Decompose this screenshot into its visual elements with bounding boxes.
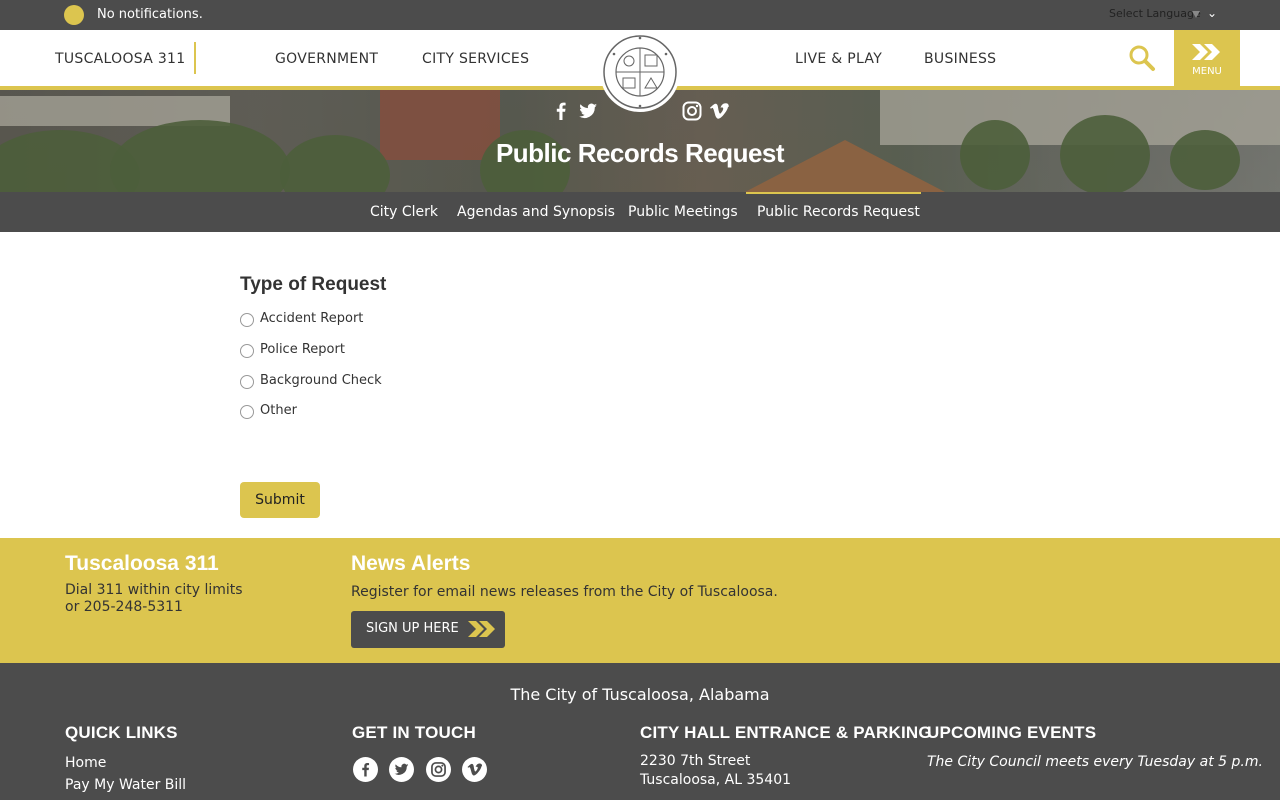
chevron-right-icon: [1192, 44, 1220, 60]
radio-button[interactable]: [240, 405, 254, 419]
request-type-heading: Type of Request: [240, 274, 387, 295]
language-select[interactable]: Select Language: [1109, 7, 1201, 20]
site-footer: The City of Tuscaloosa, Alabama QUICK LI…: [0, 663, 1280, 800]
menu-label: MENU: [1192, 66, 1222, 77]
radio-label: Background Check: [260, 373, 382, 388]
tuscaloosa-311-phone-text[interactable]: or 205-248-5311: [65, 599, 183, 615]
subnav-agendas-synopsis[interactable]: Agendas and Synopsis: [457, 204, 615, 220]
get-in-touch-heading: GET IN TOUCH: [352, 723, 476, 742]
submit-button[interactable]: Submit: [240, 482, 320, 518]
radio-button[interactable]: [240, 313, 254, 327]
section-subnav: City Clerk Agendas and Synopsis Public M…: [0, 192, 1280, 232]
radio-button[interactable]: [240, 344, 254, 358]
info-band: Tuscaloosa 311 Dial 311 within city limi…: [0, 538, 1280, 663]
nav-government[interactable]: GOVERNMENT: [275, 51, 378, 67]
chevron-down-icon[interactable]: ⌄: [1207, 6, 1217, 20]
footer-city-name: The City of Tuscaloosa, Alabama: [510, 685, 770, 704]
search-icon[interactable]: [1128, 44, 1156, 72]
quick-link-pay-water-bill[interactable]: Pay My Water Bill: [65, 777, 186, 793]
nav-divider: [194, 42, 196, 74]
upcoming-events-text: The City Council meets every Tuesday at …: [927, 754, 1263, 770]
page-title: Public Records Request: [495, 138, 785, 168]
tuscaloosa-311-heading: Tuscaloosa 311: [65, 552, 219, 575]
news-alerts-heading: News Alerts: [351, 552, 471, 575]
twitter-icon[interactable]: [577, 100, 599, 122]
notification-text: No notifications.: [97, 7, 203, 22]
tuscaloosa-311-dial-text: Dial 311 within city limits: [65, 582, 243, 598]
radio-label: Police Report: [260, 342, 345, 357]
nav-business[interactable]: BUSINESS: [924, 51, 996, 67]
subnav-public-meetings[interactable]: Public Meetings: [628, 204, 738, 220]
instagram-icon[interactable]: [681, 100, 703, 122]
subnav-city-clerk[interactable]: City Clerk: [370, 204, 438, 220]
radio-label: Other: [260, 403, 297, 418]
nav-tuscaloosa-311[interactable]: TUSCALOOSA 311: [55, 51, 185, 67]
nav-live-play[interactable]: LIVE & PLAY: [795, 51, 882, 67]
subnav-active-indicator: [746, 192, 921, 194]
subnav-public-records-request[interactable]: Public Records Request: [757, 204, 920, 220]
vimeo-icon[interactable]: [462, 757, 487, 782]
menu-button[interactable]: MENU: [1174, 30, 1240, 90]
upcoming-events-heading: UPCOMING EVENTS: [927, 723, 1097, 742]
twitter-icon[interactable]: [389, 757, 414, 782]
caret-down-icon[interactable]: [1192, 11, 1200, 18]
sign-up-label: SIGN UP HERE: [366, 621, 459, 636]
parking-heading: CITY HALL ENTRANCE & PARKING: [640, 723, 932, 742]
radio-button[interactable]: [240, 375, 254, 389]
notification-bar: No notifications. Select Language ⌄: [0, 0, 1280, 30]
news-alerts-text: Register for email news releases from th…: [351, 584, 778, 600]
radio-label: Accident Report: [260, 311, 364, 326]
chevron-right-icon: [468, 621, 495, 637]
notification-dot-icon[interactable]: [64, 5, 84, 25]
address-line-2: Tuscaloosa, AL 35401: [640, 772, 792, 788]
facebook-icon[interactable]: [353, 757, 378, 782]
address-line-1: 2230 7th Street: [640, 753, 751, 769]
instagram-icon[interactable]: [426, 757, 451, 782]
city-seal-logo[interactable]: [600, 32, 680, 112]
vimeo-icon[interactable]: [708, 100, 730, 122]
quick-link-home[interactable]: Home: [65, 755, 106, 771]
sign-up-button[interactable]: SIGN UP HERE: [351, 611, 505, 648]
facebook-icon[interactable]: [550, 100, 572, 122]
nav-city-services[interactable]: CITY SERVICES: [422, 51, 529, 67]
quick-links-heading: QUICK LINKS: [65, 723, 178, 742]
